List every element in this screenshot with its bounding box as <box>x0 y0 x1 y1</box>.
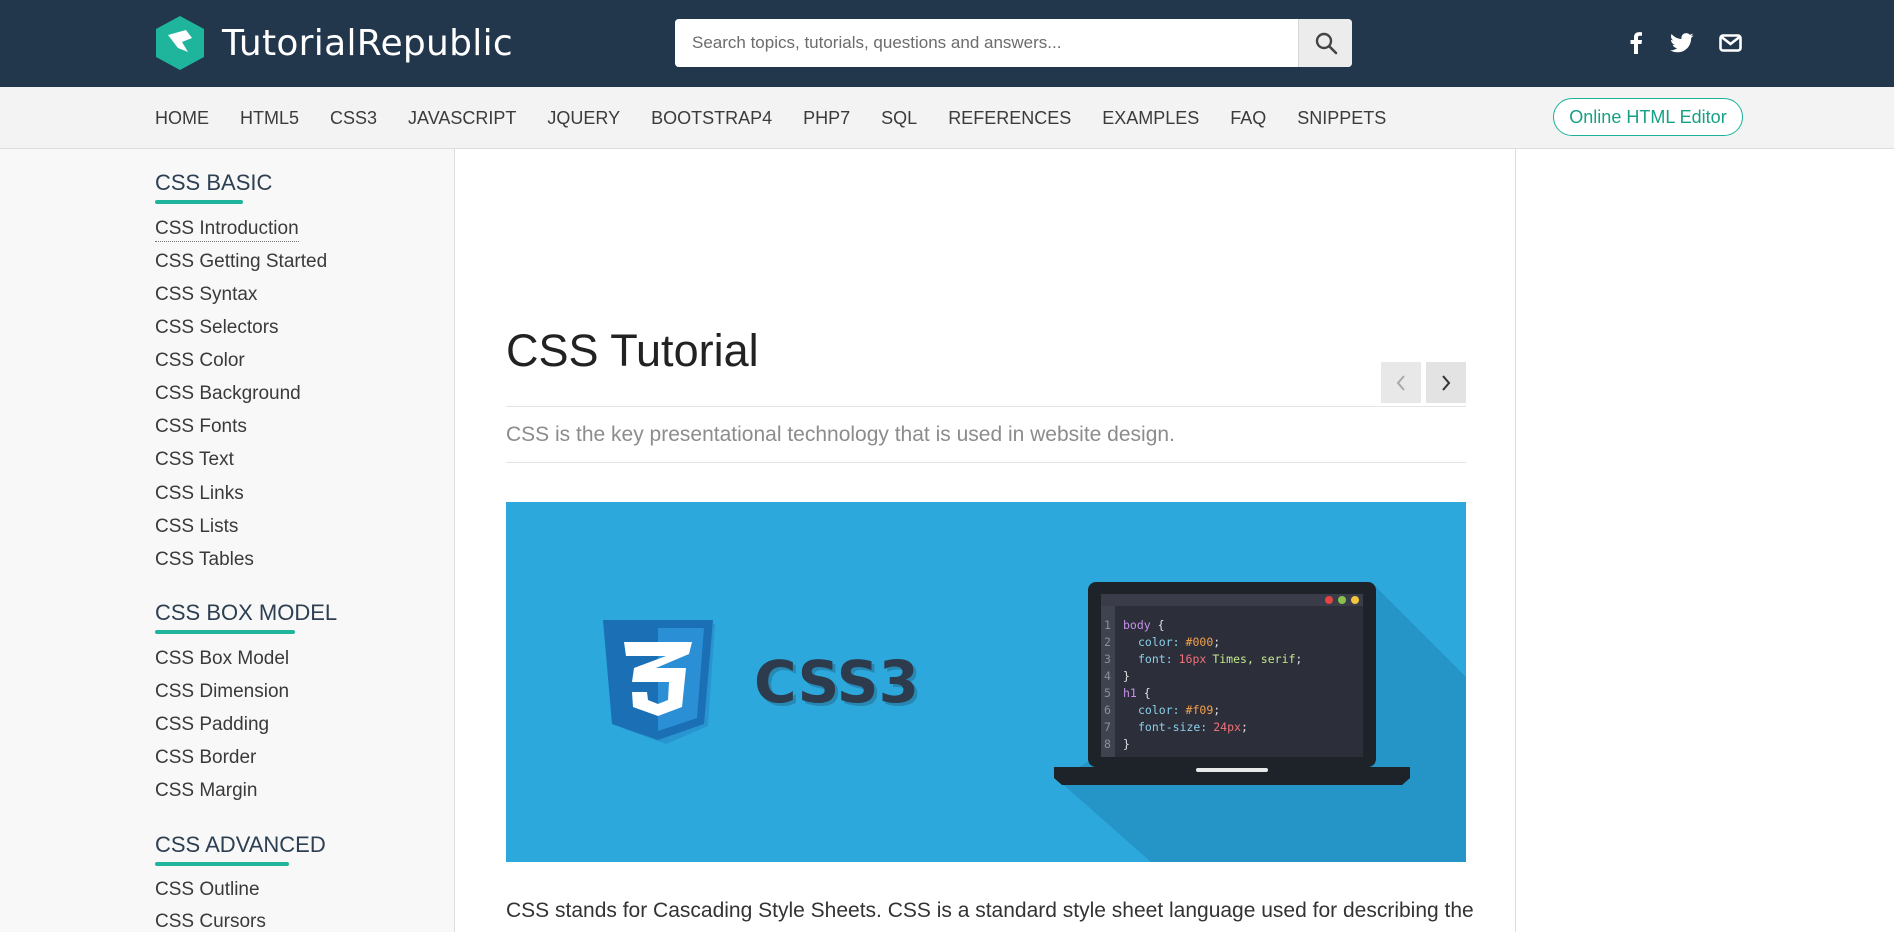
sidebar-section-css-basic: CSS BASIC <box>155 169 272 204</box>
sidebar-link[interactable]: CSS Getting Started <box>155 250 327 274</box>
search-button[interactable] <box>1298 19 1352 67</box>
code-line: color: #000; <box>1138 635 1220 649</box>
sidebar-link[interactable]: CSS Border <box>155 746 256 770</box>
line-number: 3 <box>1104 652 1111 666</box>
sidebar-link[interactable]: CSS Text <box>155 448 234 472</box>
sidebar-link[interactable]: CSS Background <box>155 382 301 406</box>
line-number: 4 <box>1104 669 1111 683</box>
sidebar-link[interactable]: CSS Links <box>155 482 244 506</box>
right-ad-column <box>1517 149 1894 932</box>
sidebar-link[interactable]: CSS Introduction <box>155 217 299 242</box>
logo-text: TutorialRepublic <box>222 22 514 64</box>
nav-item-references[interactable]: REFERENCES <box>948 108 1071 129</box>
main-content: CSS Tutorial CSS is the key presentation… <box>456 149 1516 932</box>
lead-text: CSS is the key presentational technology… <box>506 423 1175 446</box>
code-line: body { <box>1123 618 1165 632</box>
code-line: color: #f09; <box>1138 703 1220 717</box>
css3-label: CSS3 <box>754 648 919 716</box>
twitter-icon <box>1670 33 1694 53</box>
facebook-link[interactable] <box>1621 28 1651 58</box>
nav-item-php7[interactable]: PHP7 <box>803 108 850 129</box>
css3-banner-image: CSS3 CSS3 1 2 3 4 5 6 7 8 body {color: … <box>506 502 1466 862</box>
search-icon <box>1315 32 1337 55</box>
code-line: } <box>1123 737 1130 751</box>
sidebar-link[interactable]: CSS Padding <box>155 713 269 737</box>
sidebar-link[interactable]: CSS Box Model <box>155 647 289 671</box>
code-line: font-size: 24px; <box>1138 720 1248 734</box>
section-underline <box>155 630 295 634</box>
intro-paragraph: CSS stands for Cascading Style Sheets. C… <box>506 899 1474 922</box>
logo-badge-icon <box>156 16 204 70</box>
code-line: h1 { <box>1123 686 1151 700</box>
previous-page-button[interactable] <box>1381 362 1421 403</box>
sidebar-section-css-box-model: CSS BOX MODEL <box>155 599 337 634</box>
section-underline <box>155 862 289 866</box>
line-number: 1 <box>1104 618 1111 632</box>
sidebar-link[interactable]: CSS Color <box>155 349 245 373</box>
divider <box>506 406 1466 407</box>
site-header: TutorialRepublic <box>0 0 1894 87</box>
chevron-right-icon <box>1442 374 1451 391</box>
sidebar-link[interactable]: CSS Outline <box>155 878 260 902</box>
nav-item-javascript[interactable]: JAVASCRIPT <box>408 108 516 129</box>
nav-item-examples[interactable]: EXAMPLES <box>1102 108 1199 129</box>
nav-item-jquery[interactable]: JQUERY <box>547 108 620 129</box>
code-line: } <box>1123 669 1130 683</box>
section-underline <box>155 200 243 204</box>
line-number: 5 <box>1104 686 1111 700</box>
sidebar-link[interactable]: CSS Syntax <box>155 283 257 307</box>
chevron-left-icon <box>1396 374 1405 391</box>
search-input[interactable] <box>675 19 1298 67</box>
site-logo[interactable]: TutorialRepublic <box>154 15 513 71</box>
nav-item-bootstrap4[interactable]: BOOTSTRAP4 <box>651 108 772 129</box>
banner-illustration: CSS3 CSS3 1 2 3 4 5 6 7 8 body {color: … <box>603 582 1466 862</box>
sidebar-section-css-advanced: CSS ADVANCED <box>155 831 326 866</box>
line-number: 6 <box>1104 703 1111 717</box>
line-number: 8 <box>1104 737 1111 751</box>
nav-item-home[interactable]: HOME <box>155 108 209 129</box>
search-bar <box>675 19 1352 67</box>
page-title: CSS Tutorial <box>506 325 759 376</box>
line-number: 2 <box>1104 635 1111 649</box>
sidebar-link[interactable]: CSS Margin <box>155 779 257 803</box>
code-line: font: 16px Times, serif; <box>1138 652 1302 666</box>
sidebar-link[interactable]: CSS Cursors <box>155 910 266 932</box>
laptop-illustration <box>1054 582 1410 785</box>
nav-item-css3[interactable]: CSS3 <box>330 108 377 129</box>
nav-item-faq[interactable]: FAQ <box>1230 108 1266 129</box>
sidebar-link[interactable]: CSS Selectors <box>155 316 279 340</box>
main-nav: HOME HTML5 CSS3 JAVASCRIPT JQUERY BOOTST… <box>0 87 1894 149</box>
sidebar-link[interactable]: CSS Fonts <box>155 415 247 439</box>
sidebar-section-title: CSS BOX MODEL <box>155 600 338 625</box>
facebook-icon <box>1630 32 1642 54</box>
sidebar-link[interactable]: CSS Tables <box>155 548 254 572</box>
nav-item-sql[interactable]: SQL <box>881 108 917 129</box>
divider <box>506 462 1466 463</box>
sidebar-section-title: CSS ADVANCED <box>155 832 326 857</box>
next-page-button[interactable] <box>1426 362 1466 403</box>
nav-item-snippets[interactable]: SNIPPETS <box>1297 108 1386 129</box>
sidebar: CSS BASIC CSS Introduction CSS Getting S… <box>0 149 455 932</box>
line-number: 7 <box>1104 720 1111 734</box>
css3-shield-icon <box>603 620 715 744</box>
nav-menu: HOME HTML5 CSS3 JAVASCRIPT JQUERY BOOTST… <box>155 87 1417 149</box>
email-link[interactable] <box>1715 28 1745 58</box>
sidebar-link[interactable]: CSS Dimension <box>155 680 289 704</box>
twitter-link[interactable] <box>1667 28 1697 58</box>
email-icon <box>1718 34 1742 52</box>
online-html-editor-button[interactable]: Online HTML Editor <box>1553 98 1743 136</box>
sidebar-section-title: CSS BASIC <box>155 170 273 195</box>
nav-item-html5[interactable]: HTML5 <box>240 108 299 129</box>
sidebar-link[interactable]: CSS Lists <box>155 515 238 539</box>
